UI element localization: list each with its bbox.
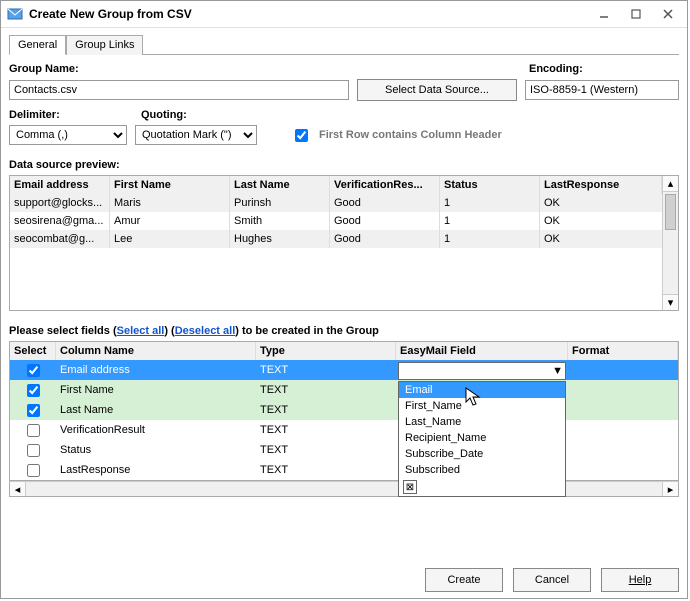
- row-format[interactable]: [568, 428, 678, 432]
- row-type: TEXT: [256, 422, 396, 438]
- first-row-label: First Row contains Column Header: [319, 129, 502, 141]
- preview-col-verif[interactable]: VerificationRes...: [330, 176, 440, 194]
- preview-grid: Email address First Name Last Name Verif…: [9, 175, 679, 311]
- row-type: TEXT: [256, 362, 396, 378]
- easymail-field-combo[interactable]: ▼: [398, 362, 566, 380]
- mapping-row[interactable]: First NameTEXT: [10, 380, 678, 400]
- row-type: TEXT: [256, 462, 396, 478]
- scroll-left-icon[interactable]: ◂: [10, 482, 26, 496]
- close-button[interactable]: [655, 5, 681, 23]
- tab-group-links[interactable]: Group Links: [66, 35, 143, 55]
- row-type: TEXT: [256, 402, 396, 418]
- table-row[interactable]: support@glocks... Maris Purinsh Good 1 O…: [10, 194, 678, 212]
- map-col-column[interactable]: Column Name: [56, 342, 256, 360]
- preview-label: Data source preview:: [9, 159, 679, 171]
- dropdown-item[interactable]: Subscribed: [399, 462, 565, 478]
- chevron-down-icon: ▼: [552, 365, 563, 377]
- row-select-checkbox[interactable]: [27, 384, 40, 397]
- mapping-row[interactable]: LastResponseTEXT: [10, 460, 678, 480]
- row-column-name: Status: [56, 442, 256, 458]
- table-row[interactable]: seocombat@g... Lee Hughes Good 1 OK: [10, 230, 678, 248]
- deselect-all-link[interactable]: Deselect all: [175, 325, 236, 337]
- dropdown-item[interactable]: First_Name: [399, 398, 565, 414]
- tab-general[interactable]: General: [9, 35, 66, 55]
- cancel-button[interactable]: Cancel: [513, 568, 591, 592]
- row-column-name: VerificationResult: [56, 422, 256, 438]
- group-name-label: Group Name:: [9, 63, 349, 75]
- dropdown-item[interactable]: Email: [399, 382, 565, 398]
- select-data-source-button[interactable]: Select Data Source...: [357, 79, 517, 101]
- encoding-label: Encoding:: [529, 63, 679, 75]
- tab-bar: General Group Links: [9, 34, 679, 55]
- dialog-window: Create New Group from CSV General Group …: [0, 0, 688, 599]
- map-col-type[interactable]: Type: [256, 342, 396, 360]
- dropdown-item[interactable]: Subscribe_Date: [399, 446, 565, 462]
- first-row-checkbox[interactable]: [295, 129, 308, 142]
- app-icon: [7, 6, 23, 22]
- table-row[interactable]: seosirena@gma... Amur Smith Good 1 OK: [10, 212, 678, 230]
- preview-col-lastresp[interactable]: LastResponse: [540, 176, 662, 194]
- row-select-checkbox[interactable]: [27, 424, 40, 437]
- preview-col-last[interactable]: Last Name: [230, 176, 330, 194]
- row-column-name: Email address: [56, 362, 256, 378]
- encoding-input[interactable]: [525, 80, 679, 100]
- row-column-name: Last Name: [56, 402, 256, 418]
- mapping-hscroll[interactable]: ◂ ▸: [9, 481, 679, 497]
- row-format[interactable]: [568, 368, 678, 372]
- group-name-input[interactable]: [9, 80, 349, 100]
- select-all-link[interactable]: Select all: [117, 325, 165, 337]
- row-column-name: First Name: [56, 382, 256, 398]
- dropdown-item[interactable]: Recipient_Name: [399, 430, 565, 446]
- mapping-row[interactable]: StatusTEXT: [10, 440, 678, 460]
- row-select-checkbox[interactable]: [27, 444, 40, 457]
- preview-col-email[interactable]: Email address: [10, 176, 110, 194]
- dropdown-close-icon[interactable]: ⊠: [403, 480, 417, 494]
- row-format[interactable]: [568, 448, 678, 452]
- mapping-row[interactable]: Last NameTEXT: [10, 400, 678, 420]
- preview-vscroll[interactable]: ▴ ▾: [662, 176, 678, 310]
- row-format[interactable]: [568, 408, 678, 412]
- create-button[interactable]: Create: [425, 568, 503, 592]
- scroll-right-icon[interactable]: ▸: [662, 482, 678, 496]
- mapping-row[interactable]: Email addressTEXT: [10, 360, 678, 380]
- maximize-button[interactable]: [623, 5, 649, 23]
- preview-col-first[interactable]: First Name: [110, 176, 230, 194]
- row-type: TEXT: [256, 382, 396, 398]
- titlebar: Create New Group from CSV: [1, 1, 687, 28]
- dialog-footer: Create Cancel Help: [1, 558, 687, 598]
- minimize-button[interactable]: [591, 5, 617, 23]
- preview-col-status[interactable]: Status: [440, 176, 540, 194]
- map-col-format[interactable]: Format: [568, 342, 678, 360]
- quoting-select[interactable]: Quotation Mark ("): [135, 125, 257, 145]
- mapping-row[interactable]: VerificationResultTEXT: [10, 420, 678, 440]
- row-column-name: LastResponse: [56, 462, 256, 478]
- quoting-label: Quoting:: [141, 109, 269, 121]
- preview-body: support@glocks... Maris Purinsh Good 1 O…: [10, 194, 678, 248]
- scroll-down-icon[interactable]: ▾: [663, 294, 678, 310]
- row-select-checkbox[interactable]: [27, 464, 40, 477]
- row-format[interactable]: [568, 468, 678, 472]
- row-format[interactable]: [568, 388, 678, 392]
- row-select-checkbox[interactable]: [27, 404, 40, 417]
- dropdown-item[interactable]: Last_Name: [399, 414, 565, 430]
- scroll-up-icon[interactable]: ▴: [663, 176, 678, 192]
- row-type: TEXT: [256, 442, 396, 458]
- help-button[interactable]: Help: [601, 568, 679, 592]
- delimiter-select[interactable]: Comma (,): [9, 125, 127, 145]
- scroll-thumb[interactable]: [665, 194, 676, 230]
- easymail-field-dropdown[interactable]: EmailFirst_NameLast_NameRecipient_NameSu…: [398, 381, 566, 497]
- field-select-label: Please select fields (Select all) (Desel…: [9, 325, 679, 337]
- row-select-checkbox[interactable]: [27, 364, 40, 377]
- map-col-select[interactable]: Select: [10, 342, 56, 360]
- delimiter-label: Delimiter:: [9, 109, 133, 121]
- map-col-field[interactable]: EasyMail Field: [396, 342, 568, 360]
- field-mapping-grid: Select Column Name Type EasyMail Field F…: [9, 341, 679, 497]
- window-title: Create New Group from CSV: [29, 7, 585, 21]
